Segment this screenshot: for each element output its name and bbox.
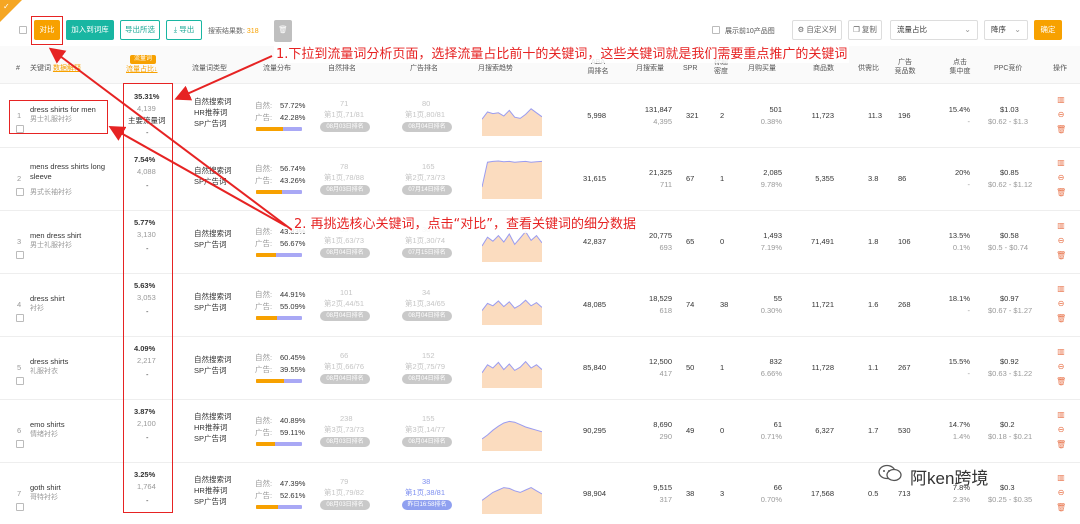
watermark-text: 阿ken跨境 [910, 469, 989, 488]
keyword-analysis-page: ✓ 对比 加入到词库 导出所选 ⤓ 导出 搜索结果数: 318 🗑 展示前10产… [0, 0, 1080, 524]
arrow-to-traffic-share [174, 55, 273, 101]
arrow-to-keyword [108, 126, 287, 227]
wechat-icon [878, 464, 902, 482]
annotation-step2: 2. 再挑选核心关键词，点击“对比”，查看关键词的细分数据 [292, 212, 639, 233]
annotation-step1: 1.下拉到流量词分析页面，选择流量占比前十的关键词，这些关键词就是我们需要重点推… [274, 42, 850, 63]
arrow-to-compare-button [48, 47, 293, 231]
annotation-arrows [48, 47, 293, 231]
